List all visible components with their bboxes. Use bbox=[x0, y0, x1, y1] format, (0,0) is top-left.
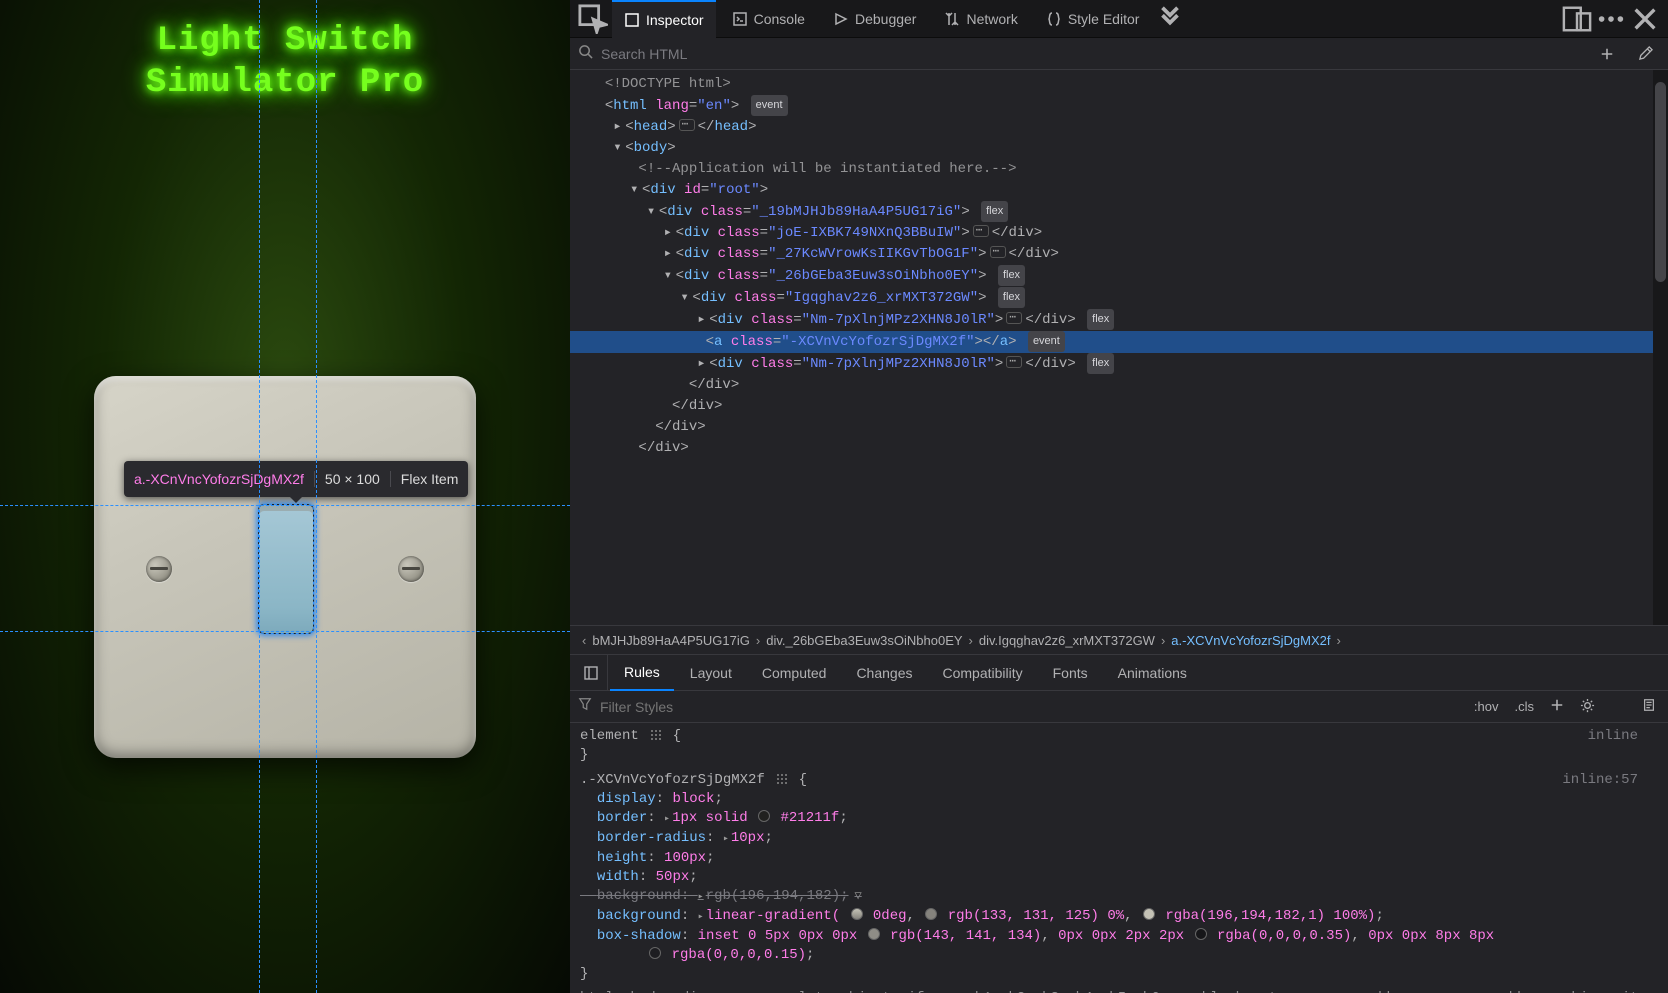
subtab-changes[interactable]: Changes bbox=[842, 655, 926, 691]
ellipsis-icon[interactable] bbox=[1006, 356, 1022, 368]
event-badge[interactable]: event bbox=[751, 95, 788, 116]
screw-left bbox=[146, 556, 172, 582]
subtab-computed[interactable]: Computed bbox=[748, 655, 841, 691]
flex-badge[interactable]: flex bbox=[981, 201, 1008, 222]
subtab-compatibility[interactable]: Compatibility bbox=[928, 655, 1036, 691]
tab-network[interactable]: Network bbox=[932, 0, 1029, 38]
rule-selector[interactable]: element bbox=[580, 728, 639, 744]
color-swatch-icon[interactable] bbox=[851, 908, 863, 920]
rule-source[interactable]: inline bbox=[1588, 727, 1638, 746]
dom-scrollbar[interactable] bbox=[1653, 70, 1668, 625]
subtab-animations[interactable]: Animations bbox=[1104, 655, 1201, 691]
hov-toggle[interactable]: :hov bbox=[1470, 699, 1503, 714]
breadcrumb-item[interactable]: div._26bGEba3Euw3sOiNbho0EY bbox=[766, 633, 962, 648]
breadcrumb-prev-icon[interactable]: ‹ bbox=[576, 633, 592, 648]
grip-icon[interactable] bbox=[650, 729, 661, 740]
filter-overridden-icon[interactable]: ▽ bbox=[855, 889, 862, 903]
app-title-line2: Simulator Pro bbox=[0, 64, 570, 102]
close-devtools-icon[interactable] bbox=[1630, 4, 1660, 34]
ellipsis-icon[interactable] bbox=[679, 119, 695, 131]
guide-v2 bbox=[316, 0, 317, 993]
light-switch[interactable] bbox=[258, 504, 314, 634]
rule-selector[interactable]: .-XCVnVcYofozrSjDgMX2f bbox=[580, 772, 765, 788]
ellipsis-icon[interactable] bbox=[1006, 312, 1022, 324]
twisty-icon[interactable]: ▾ bbox=[664, 266, 676, 287]
flex-badge[interactable]: flex bbox=[1087, 309, 1114, 330]
ellipsis-icon[interactable] bbox=[973, 225, 989, 237]
cls-toggle[interactable]: .cls bbox=[1511, 699, 1539, 714]
eyedropper-icon[interactable] bbox=[1630, 39, 1660, 69]
tooltip-dimensions: 50 × 100 bbox=[315, 471, 391, 487]
color-swatch-icon[interactable] bbox=[868, 928, 880, 940]
toggle-sidebar-icon[interactable] bbox=[574, 655, 608, 691]
light-mode-icon[interactable] bbox=[1576, 698, 1599, 716]
search-html-input[interactable] bbox=[601, 46, 1584, 62]
event-badge[interactable]: event bbox=[1028, 331, 1065, 352]
twisty-icon[interactable]: ▸ bbox=[697, 310, 709, 331]
guide-h2 bbox=[0, 631, 570, 632]
flex-badge[interactable]: flex bbox=[998, 287, 1025, 308]
color-swatch-icon[interactable] bbox=[1195, 928, 1207, 940]
dom-tree[interactable]: <!DOCTYPE html> <html lang="en"> event ▸… bbox=[570, 70, 1668, 625]
funnel-icon bbox=[578, 697, 592, 716]
breadcrumb-item[interactable]: bMJHJb89HaA4P5UG17iG bbox=[592, 633, 750, 648]
rules-pane[interactable]: element {inline } .-XCVnVcYofozrSjDgMX2f… bbox=[570, 723, 1668, 993]
subtab-fonts[interactable]: Fonts bbox=[1039, 655, 1102, 691]
search-icon bbox=[578, 44, 593, 64]
rule-source[interactable]: inline:57 bbox=[1562, 771, 1638, 790]
ellipsis-icon[interactable] bbox=[990, 246, 1006, 258]
tab-debugger[interactable]: Debugger bbox=[821, 0, 929, 38]
guide-v1 bbox=[259, 0, 260, 993]
subtab-layout[interactable]: Layout bbox=[676, 655, 746, 691]
color-swatch-icon[interactable] bbox=[1143, 908, 1155, 920]
page-preview: Light Switch Simulator Pro a.-XCnVncYofo… bbox=[0, 0, 570, 993]
kebab-menu-icon[interactable] bbox=[1596, 4, 1626, 34]
twisty-icon[interactable]: ▾ bbox=[630, 180, 642, 201]
color-swatch-icon[interactable] bbox=[758, 810, 770, 822]
html-search-bar bbox=[570, 38, 1668, 70]
pick-element-icon[interactable] bbox=[578, 4, 608, 34]
styles-filter-bar: :hov .cls bbox=[570, 691, 1668, 723]
flex-badge[interactable]: flex bbox=[998, 265, 1025, 286]
breadcrumb-item[interactable]: div.Igqghav2z6_xrMXT372GW bbox=[979, 633, 1155, 648]
screw-right bbox=[398, 556, 424, 582]
dark-mode-icon[interactable] bbox=[1607, 698, 1630, 716]
twisty-icon[interactable]: ▸ bbox=[664, 244, 676, 265]
breadcrumb: ‹ bMJHJb89HaA4P5UG17iG › div._26bGEba3Eu… bbox=[570, 625, 1668, 655]
devtools-tabbar: Inspector Console Debugger Network Style… bbox=[570, 0, 1668, 38]
breadcrumb-item-active[interactable]: a.-XCVnVcYofozrSjDgMX2f bbox=[1171, 633, 1330, 648]
more-tabs-icon[interactable] bbox=[1155, 4, 1185, 34]
tab-inspector[interactable]: Inspector bbox=[612, 0, 716, 38]
rules-tabbar: Rules Layout Computed Changes Compatibil… bbox=[570, 655, 1668, 691]
breadcrumb-next-icon[interactable]: › bbox=[1331, 633, 1347, 648]
switch-plate bbox=[94, 376, 476, 758]
new-rule-icon[interactable] bbox=[1546, 698, 1568, 715]
devtools: Inspector Console Debugger Network Style… bbox=[570, 0, 1668, 993]
twisty-icon[interactable]: ▸ bbox=[613, 117, 625, 138]
dom-doctype: <!DOCTYPE html> bbox=[605, 76, 731, 92]
tab-console[interactable]: Console bbox=[720, 0, 817, 38]
print-media-icon[interactable] bbox=[1638, 698, 1660, 715]
subtab-rules[interactable]: Rules bbox=[610, 655, 674, 691]
dom-selected-row[interactable]: <a class="-XCVnVcYofozrSjDgMX2f"></a> ev… bbox=[570, 331, 1662, 353]
twisty-icon[interactable]: ▸ bbox=[697, 354, 709, 375]
tab-style-editor[interactable]: Style Editor bbox=[1034, 0, 1152, 38]
twisty-icon[interactable]: ▾ bbox=[680, 288, 692, 309]
filter-styles-input[interactable] bbox=[600, 699, 1462, 715]
responsive-mode-icon[interactable] bbox=[1562, 4, 1592, 34]
inspector-tooltip: a.-XCnVncYofozrSjDgMX2f 50 × 100 Flex It… bbox=[124, 461, 468, 497]
grip-icon[interactable] bbox=[776, 773, 787, 784]
color-swatch-icon[interactable] bbox=[925, 908, 937, 920]
twisty-icon[interactable]: ▸ bbox=[664, 223, 676, 244]
twisty-icon[interactable]: ▾ bbox=[613, 138, 625, 159]
tooltip-selector: a.-XCnVncYofozrSjDgMX2f bbox=[134, 471, 315, 487]
add-node-icon[interactable] bbox=[1592, 39, 1622, 69]
flex-badge[interactable]: flex bbox=[1087, 353, 1114, 374]
guide-h1 bbox=[0, 505, 570, 506]
tooltip-flex: Flex Item bbox=[391, 471, 459, 487]
app-title-line1: Light Switch bbox=[0, 22, 570, 60]
twisty-icon[interactable]: ▾ bbox=[647, 202, 659, 223]
color-swatch-icon[interactable] bbox=[649, 947, 661, 959]
